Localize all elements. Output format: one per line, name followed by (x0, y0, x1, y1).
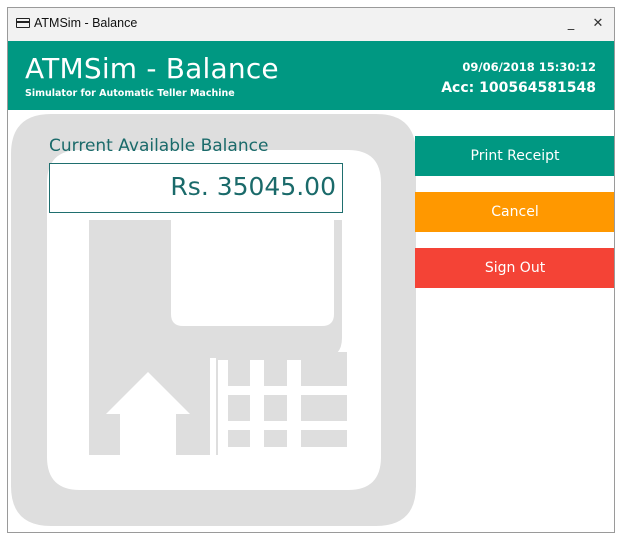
app-window: ATMSim - Balance _ ✕ ATMSim - Balance Si… (7, 7, 615, 533)
balance-label: Current Available Balance (49, 136, 269, 156)
title-bar[interactable]: ATMSim - Balance _ ✕ (8, 8, 614, 41)
minimize-button[interactable]: _ (561, 14, 581, 34)
cancel-button[interactable]: Cancel (415, 192, 614, 232)
page-title: ATMSim - Balance (25, 52, 279, 85)
header-banner: ATMSim - Balance Simulator for Automatic… (8, 41, 614, 110)
account-number: Acc: 100564581548 (441, 80, 596, 96)
window-title: ATMSim - Balance (34, 16, 138, 30)
sign-out-button[interactable]: Sign Out (415, 248, 614, 288)
close-button[interactable]: ✕ (588, 14, 608, 34)
page-subtitle: Simulator for Automatic Teller Machine (25, 88, 235, 99)
print-receipt-button[interactable]: Print Receipt (415, 136, 614, 176)
card-icon (16, 18, 30, 28)
balance-value: Rs. 35045.00 (170, 172, 336, 201)
balance-display: Rs. 35045.00 (49, 163, 343, 213)
datetime-label: 09/06/2018 15:30:12 (462, 60, 596, 74)
